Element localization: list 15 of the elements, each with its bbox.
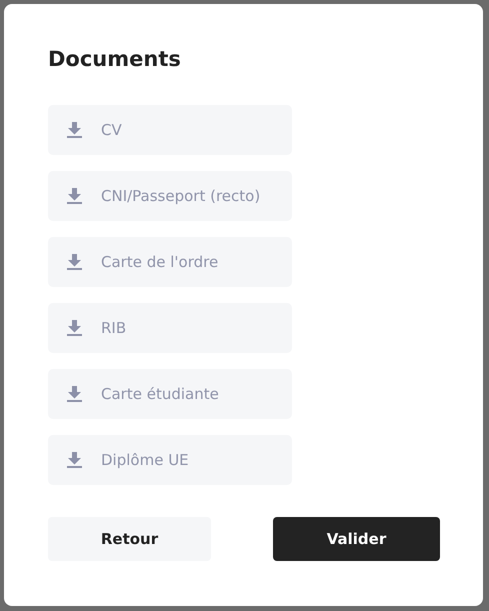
- upload-button[interactable]: CNI/Passeport (recto): [48, 171, 292, 221]
- download-icon: [67, 386, 82, 402]
- upload-button[interactable]: Diplôme UE: [48, 435, 292, 485]
- download-icon: [67, 122, 82, 138]
- download-icon: [67, 188, 82, 204]
- upload-button[interactable]: Carte étudiante: [48, 369, 292, 419]
- download-icon: [67, 254, 82, 270]
- back-button[interactable]: Retour: [48, 517, 211, 561]
- download-icon: [67, 452, 82, 468]
- upload-button[interactable]: RIB: [48, 303, 292, 353]
- download-icon: [67, 320, 82, 336]
- upload-button[interactable]: Carte de l'ordre: [48, 237, 292, 287]
- dialog-title: Documents: [48, 46, 182, 73]
- upload-button[interactable]: CV: [48, 105, 292, 155]
- submit-button[interactable]: Valider: [273, 517, 440, 561]
